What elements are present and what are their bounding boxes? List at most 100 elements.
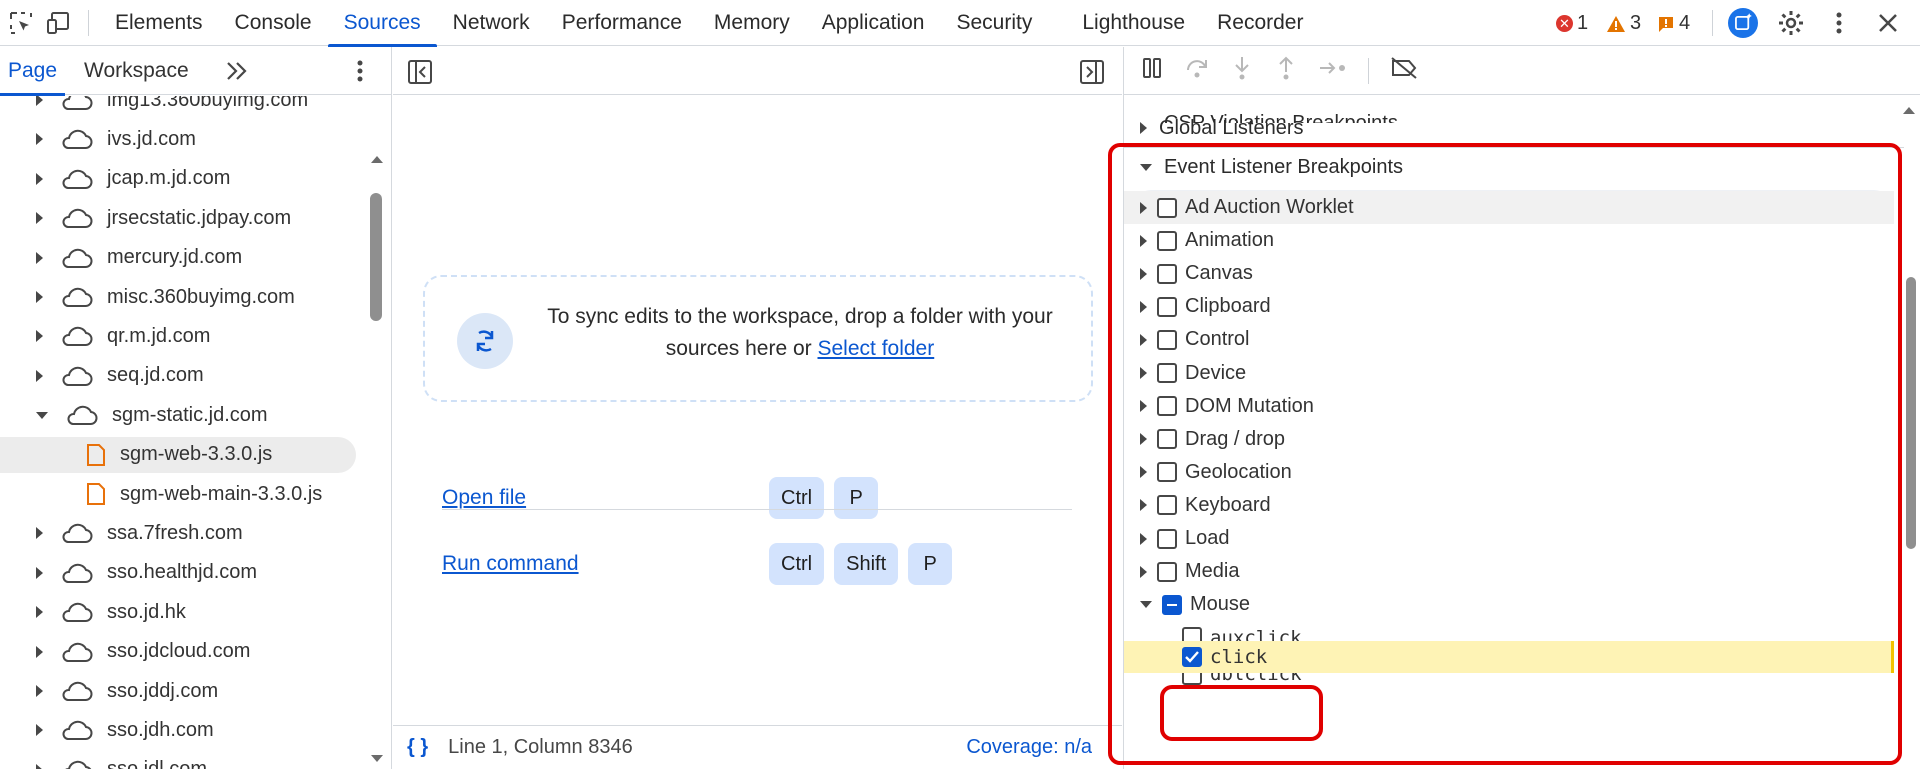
close-devtools-icon[interactable] <box>1873 8 1903 38</box>
tab-memory[interactable]: Memory <box>698 0 806 46</box>
file-tree-domain[interactable]: ssa.7fresh.com <box>0 515 360 551</box>
deactivate-breakpoints-icon[interactable] <box>1389 56 1419 85</box>
editor-toolbar <box>393 47 1122 95</box>
file-tree-domain[interactable]: sso.jdh.com <box>0 712 360 748</box>
expand-arrow-icon[interactable] <box>36 645 43 658</box>
cloud-icon <box>67 406 98 426</box>
file-tree-domain[interactable]: misc.360buyimg.com <box>0 279 360 315</box>
debugger-toolbar <box>1124 47 1920 95</box>
scroll-up-arrow-icon[interactable] <box>1902 102 1916 120</box>
tab-sources[interactable]: Sources <box>327 0 437 47</box>
expand-arrow-icon[interactable] <box>36 251 43 264</box>
drop-instructions: To sync edits to the workspace, drop a f… <box>547 305 1053 360</box>
pretty-print-icon[interactable]: { } <box>407 736 428 759</box>
tab-page[interactable]: Page <box>0 47 66 96</box>
cloud-icon <box>62 169 93 189</box>
file-tree-label: sso.healthjd.com <box>107 561 258 584</box>
divider <box>442 509 1072 510</box>
settings-gear-icon[interactable] <box>1776 8 1806 38</box>
file-tree-domain[interactable]: sso.jdcloud.com <box>0 634 360 670</box>
ai-assistance-icon[interactable] <box>1728 8 1758 38</box>
more-options-icon[interactable] <box>1824 8 1854 38</box>
expand-arrow-icon[interactable] <box>36 330 43 343</box>
file-tree-domain[interactable]: sso.healthjd.com <box>0 555 360 591</box>
file-tree-file[interactable]: sgm-web-3.3.0.js <box>0 436 356 473</box>
cloud-icon <box>62 524 93 544</box>
cloud-icon <box>62 603 93 623</box>
error-counter[interactable]: ✕ 1 <box>1556 12 1588 35</box>
file-tree-label: sso.jd.hk <box>107 600 186 623</box>
tab-recorder[interactable]: Recorder <box>1201 0 1319 46</box>
navigator-tabs: Page Workspace <box>0 47 391 96</box>
global-listeners-section[interactable]: Global Listeners <box>1124 109 1904 147</box>
step-over-icon[interactable] <box>1184 56 1210 85</box>
file-navigator: Page Workspace img13.360buyimg.com ivs.jd… <box>0 47 392 769</box>
scroll-up-arrow-icon[interactable] <box>370 151 384 169</box>
expand-arrow-icon[interactable] <box>36 172 43 185</box>
cloud-icon <box>62 642 93 662</box>
file-tree-label: sso.jdh.com <box>107 718 214 741</box>
file-tree-domain[interactable]: ivs.jd.com <box>0 121 360 157</box>
cloud-icon <box>62 366 93 386</box>
tab-workspace[interactable]: Workspace <box>76 47 197 95</box>
shortcut-key: P <box>908 543 953 585</box>
file-tree-domain[interactable]: jrsecstatic.jdpay.com <box>0 200 360 236</box>
file-tree-file[interactable]: sgm-web-main-3.3.0.js <box>0 476 356 512</box>
file-tree-domain[interactable]: mercury.jd.com <box>0 240 360 276</box>
toggle-debugger-icon[interactable] <box>1079 59 1105 90</box>
run-command-link[interactable]: Run command <box>442 552 579 576</box>
file-tree-domain[interactable]: jcap.m.jd.com <box>0 161 360 197</box>
issues-counter[interactable]: 4 <box>1657 12 1690 35</box>
expand-arrow-icon[interactable] <box>36 566 43 579</box>
device-toolbar-icon[interactable] <box>44 8 74 38</box>
scroll-down-arrow-icon[interactable] <box>370 751 384 769</box>
expand-arrow-icon[interactable] <box>36 369 43 382</box>
file-tree-domain[interactable]: img13.360buyimg.com <box>0 96 360 118</box>
step-out-icon[interactable] <box>1274 55 1298 86</box>
file-tree-domain[interactable]: sso.jddj.com <box>0 673 360 709</box>
expand-arrow-icon[interactable] <box>36 291 43 303</box>
file-tree-domain[interactable]: seq.jd.com <box>0 358 360 394</box>
more-tabs-chevron-icon[interactable] <box>224 59 250 88</box>
file-tree-label: sso.jdcloud.com <box>107 640 251 663</box>
coverage-status[interactable]: Coverage: n/a <box>966 736 1092 759</box>
open-file-link[interactable]: Open file <box>442 486 526 510</box>
expand-arrow-icon[interactable] <box>36 212 43 225</box>
tab-security[interactable]: Security <box>940 0 1048 46</box>
expand-arrow-icon[interactable] <box>36 527 43 540</box>
expand-arrow-icon[interactable] <box>36 411 48 419</box>
open-file-shortcut: Ctrl P <box>769 477 879 519</box>
select-folder-link[interactable]: Select folder <box>818 337 935 360</box>
file-tree-domain[interactable]: sgm-static.jd.com <box>0 397 360 433</box>
file-tree-label: mercury.jd.com <box>107 246 243 269</box>
step-icon[interactable] <box>1318 57 1348 84</box>
expand-arrow-icon[interactable] <box>36 133 43 146</box>
navigator-scrollbar[interactable] <box>370 193 382 321</box>
file-tree-domain[interactable]: qr.m.jd.com <box>0 318 360 354</box>
file-tree-label: sso.jdl.com <box>107 758 207 769</box>
tab-network[interactable]: Network <box>437 0 546 46</box>
file-icon <box>87 443 105 466</box>
file-tree-domain[interactable]: sso.jdl.com <box>0 752 360 769</box>
workspace-drop-zone[interactable]: To sync edits to the workspace, drop a f… <box>423 275 1093 402</box>
navigator-menu-icon[interactable] <box>356 59 364 88</box>
warning-counter[interactable]: 3 <box>1606 12 1641 35</box>
toggle-navigator-icon[interactable] <box>407 59 433 90</box>
expand-arrow-icon[interactable] <box>36 763 43 769</box>
expand-arrow-icon[interactable] <box>36 96 43 106</box>
expand-arrow-icon[interactable] <box>36 685 43 697</box>
debugger-scrollbar[interactable] <box>1906 277 1916 549</box>
tab-elements[interactable]: Elements <box>99 0 219 46</box>
tab-application[interactable]: Application <box>806 0 941 46</box>
file-tree-label: img13.360buyimg.com <box>107 96 309 111</box>
expand-arrow-icon[interactable] <box>36 724 43 737</box>
pause-icon[interactable] <box>1140 56 1164 85</box>
inspect-element-icon[interactable] <box>6 8 36 38</box>
file-tree-label: seq.jd.com <box>107 364 204 387</box>
step-into-icon[interactable] <box>1230 55 1254 86</box>
tab-lighthouse[interactable]: Lighthouse <box>1066 0 1201 46</box>
tab-performance[interactable]: Performance <box>546 0 698 46</box>
file-tree-domain[interactable]: sso.jd.hk <box>0 594 360 630</box>
tab-console[interactable]: Console <box>219 0 328 46</box>
expand-arrow-icon[interactable] <box>36 606 43 619</box>
